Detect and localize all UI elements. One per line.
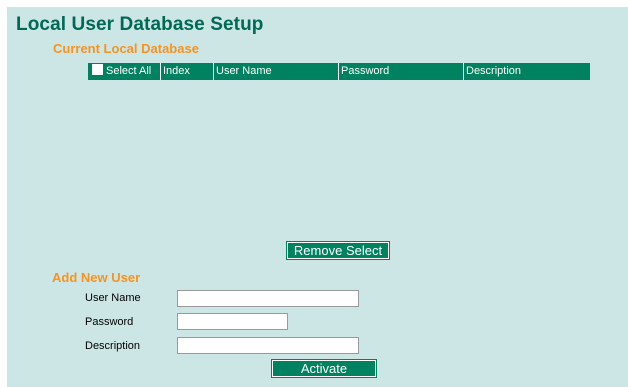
- activate-button[interactable]: Activate: [271, 359, 377, 378]
- user-table-header: Select All Index User Name Password Desc…: [88, 63, 590, 80]
- user-name-column-header: User Name: [213, 63, 338, 80]
- select-all-header[interactable]: Select All: [88, 63, 160, 80]
- password-label: Password: [85, 316, 134, 328]
- password-input[interactable]: [177, 313, 288, 330]
- current-database-heading: Current Local Database: [53, 41, 199, 56]
- index-column-header: Index: [160, 63, 213, 80]
- add-new-user-heading: Add New User: [52, 270, 141, 285]
- description-column-header: Description: [463, 63, 590, 80]
- description-input[interactable]: [177, 337, 359, 354]
- password-column-header: Password: [338, 63, 463, 80]
- select-all-label: Select All: [106, 65, 152, 77]
- remove-select-button[interactable]: Remove Select: [286, 241, 390, 260]
- description-label: Description: [85, 340, 141, 352]
- user-name-input[interactable]: [177, 290, 359, 307]
- content-panel: Local User Database Setup Current Local …: [7, 7, 628, 387]
- select-all-checkbox[interactable]: [92, 64, 103, 75]
- user-name-label: User Name: [85, 292, 141, 304]
- page-title: Local User Database Setup: [16, 14, 264, 35]
